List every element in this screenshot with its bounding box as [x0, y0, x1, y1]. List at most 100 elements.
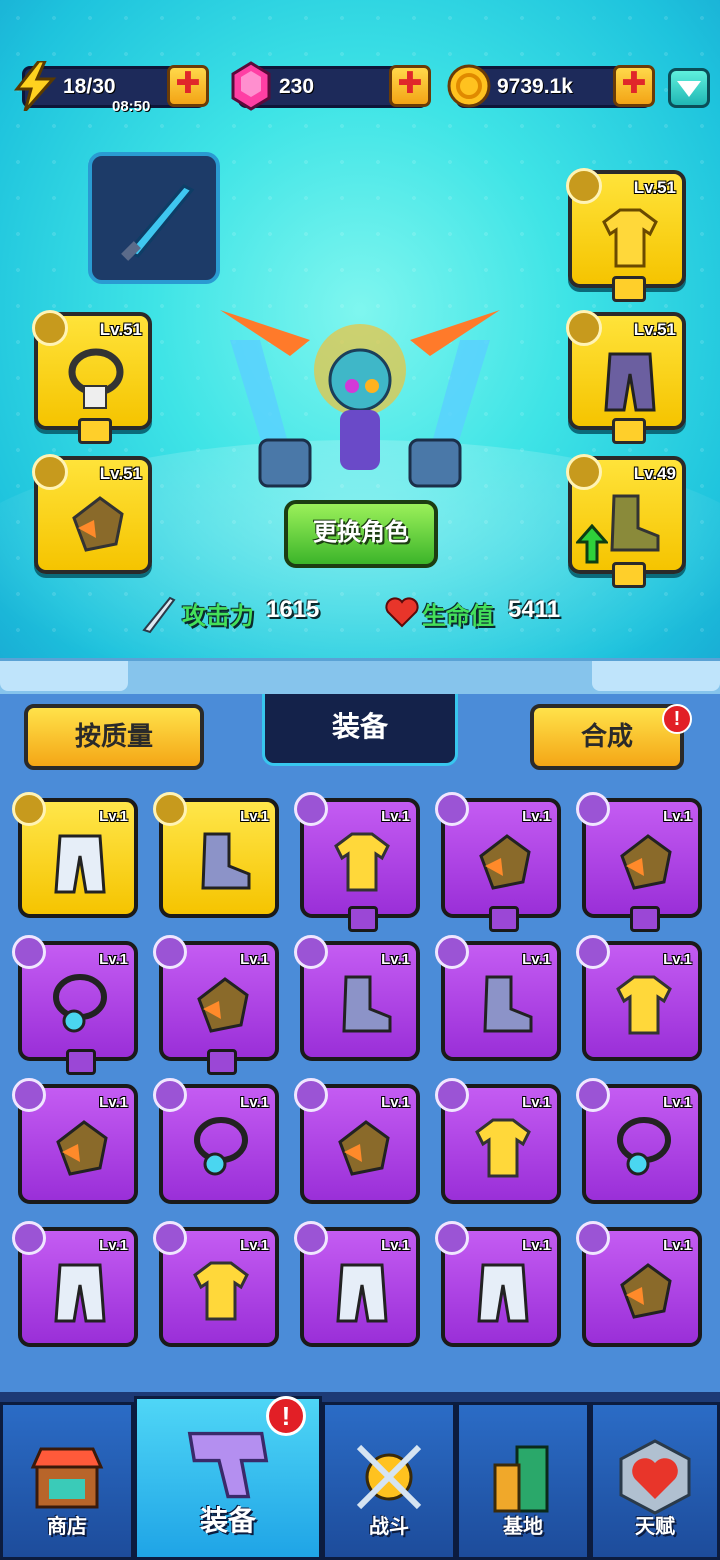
gem-necklace-icon	[617, 1117, 671, 1176]
pants-type-icon	[435, 1221, 469, 1255]
equipment-card[interactable]: Lv.1	[12, 1221, 138, 1347]
change-character-button[interactable]: 更换角色	[284, 500, 438, 568]
slot-expand-tab[interactable]	[78, 418, 112, 444]
silver-boots-icon	[342, 975, 392, 1033]
item-expand-tab[interactable]	[207, 1049, 237, 1075]
white-glove-icon	[338, 1120, 390, 1176]
equipment-card[interactable]: Lv.1	[435, 1221, 561, 1347]
equipment-card[interactable]: Lv.1	[576, 792, 702, 932]
shirt-type-icon	[294, 792, 328, 826]
shirt-type-icon	[153, 1221, 187, 1255]
base-icon	[493, 1445, 549, 1513]
silver-boots-icon	[201, 832, 251, 890]
yellow-shorts-icon	[477, 1263, 529, 1323]
shirt-icon	[602, 208, 658, 268]
item-expand-tab[interactable]	[630, 906, 660, 932]
equipment-card[interactable]: Lv.1	[294, 1221, 420, 1347]
item-level: Lv.1	[522, 951, 551, 968]
hp-value: 5411	[508, 596, 561, 623]
hero-stats: 攻击力 1615 生命值 5411	[130, 588, 590, 638]
energy-timer: 08:50	[112, 98, 151, 115]
equipment-card[interactable]: Lv.1	[153, 1078, 279, 1204]
add-gold-button[interactable]: ✚	[613, 65, 655, 107]
slot-expand-tab[interactable]	[612, 562, 646, 588]
equipment-card[interactable]: Lv.1	[153, 1221, 279, 1347]
equipment-card[interactable]: Lv.1	[435, 935, 561, 1061]
equipment-card[interactable]: Lv.1	[576, 1221, 702, 1347]
pants-type-icon	[294, 1221, 328, 1255]
add-gems-button[interactable]: ✚	[389, 65, 431, 107]
equipment-card[interactable]: Lv.1	[12, 935, 138, 1075]
pants-icon	[604, 352, 656, 412]
hero-slot-shirt[interactable]: Lv.51	[566, 168, 686, 302]
hp-label: 生命值	[422, 603, 494, 630]
nav-label: 装备	[199, 1505, 256, 1536]
item-level: Lv.1	[99, 1237, 128, 1254]
sort-by-quality-button[interactable]: 按质量	[24, 704, 204, 770]
add-energy-button[interactable]: ✚	[167, 65, 209, 107]
sword-icon	[142, 596, 176, 634]
gold-value: 9739.1k	[497, 75, 573, 98]
attack-value: 1615	[266, 596, 320, 623]
nav-battle[interactable]: 战斗	[322, 1402, 456, 1560]
glove-icon	[72, 496, 124, 552]
glove-type-icon	[294, 1078, 328, 1112]
item-expand-tab[interactable]	[348, 906, 378, 932]
shirt-type-icon	[576, 935, 610, 969]
item-level: Lv.1	[240, 951, 269, 968]
nav-shop[interactable]: 商店	[0, 1402, 134, 1560]
equipment-card[interactable]: Lv.1	[294, 792, 420, 932]
hero-slot-pants[interactable]: Lv.51	[566, 310, 686, 444]
slot-expand-tab[interactable]	[612, 418, 646, 444]
diamond-menu-button[interactable]	[668, 68, 710, 108]
hero-slot-glove[interactable]: Lv.51	[32, 454, 152, 574]
hero-slot-necklace[interactable]: Lv.51	[32, 310, 152, 444]
nav-talent[interactable]: 天赋	[590, 1402, 720, 1560]
equipment-card[interactable]: Lv.1	[435, 792, 561, 932]
white-shorts-icon	[54, 834, 106, 894]
boots-type-icon	[435, 935, 469, 969]
shirt-type-icon	[566, 168, 602, 204]
item-expand-tab[interactable]	[66, 1049, 96, 1075]
hero-slot-boots[interactable]: Lv.49	[566, 454, 686, 588]
blue-necklace-icon	[194, 1117, 248, 1176]
crystal-armor-icon	[193, 1261, 249, 1321]
equipment-card[interactable]: Lv.1	[153, 792, 279, 918]
battle-icon	[356, 1444, 422, 1510]
item-level: Lv.1	[99, 808, 128, 825]
equipment-card[interactable]: Lv.1	[294, 1078, 420, 1204]
panel-divider	[0, 658, 720, 698]
nav-label: 战斗	[369, 1516, 409, 1538]
craft-button[interactable]: 合成	[530, 704, 684, 770]
equipment-card[interactable]: Lv.1	[12, 1078, 138, 1204]
gem-icon	[231, 61, 271, 111]
hero-character[interactable]	[220, 300, 500, 500]
equipment-card[interactable]: Lv.1	[435, 1078, 561, 1204]
necklace-type-icon	[12, 935, 46, 969]
item-level: Lv.1	[381, 808, 410, 825]
crystal-pants-icon	[54, 1263, 106, 1323]
weapon-slot[interactable]	[88, 152, 220, 284]
equipment-alert-badge: !	[266, 1396, 306, 1436]
tab-equipment[interactable]: 装备	[262, 694, 458, 766]
hawaii-shirt-icon	[616, 975, 672, 1035]
slot-level: Lv.51	[99, 320, 142, 339]
slot-expand-tab[interactable]	[612, 276, 646, 302]
armor-vest-icon	[334, 832, 390, 892]
slot-level: Lv.49	[633, 464, 676, 483]
pants-type-icon	[12, 1221, 46, 1255]
nav-base[interactable]: 基地	[456, 1402, 590, 1560]
necklace-icon	[68, 348, 124, 409]
slot-level: Lv.51	[633, 178, 676, 197]
item-expand-tab[interactable]	[489, 906, 519, 932]
equipment-card[interactable]: Lv.1	[576, 935, 702, 1061]
equipment-card[interactable]: Lv.1	[12, 792, 138, 918]
item-level: Lv.1	[381, 951, 410, 968]
equipment-card[interactable]: Lv.1	[576, 1078, 702, 1204]
equipment-card[interactable]: Lv.1	[294, 935, 420, 1061]
craft-alert-badge: !	[662, 704, 692, 734]
item-level: Lv.1	[663, 808, 692, 825]
divider-ledge-right	[592, 661, 720, 691]
equipment-card[interactable]: Lv.1	[153, 935, 279, 1075]
necklace-type-icon	[576, 1078, 610, 1112]
